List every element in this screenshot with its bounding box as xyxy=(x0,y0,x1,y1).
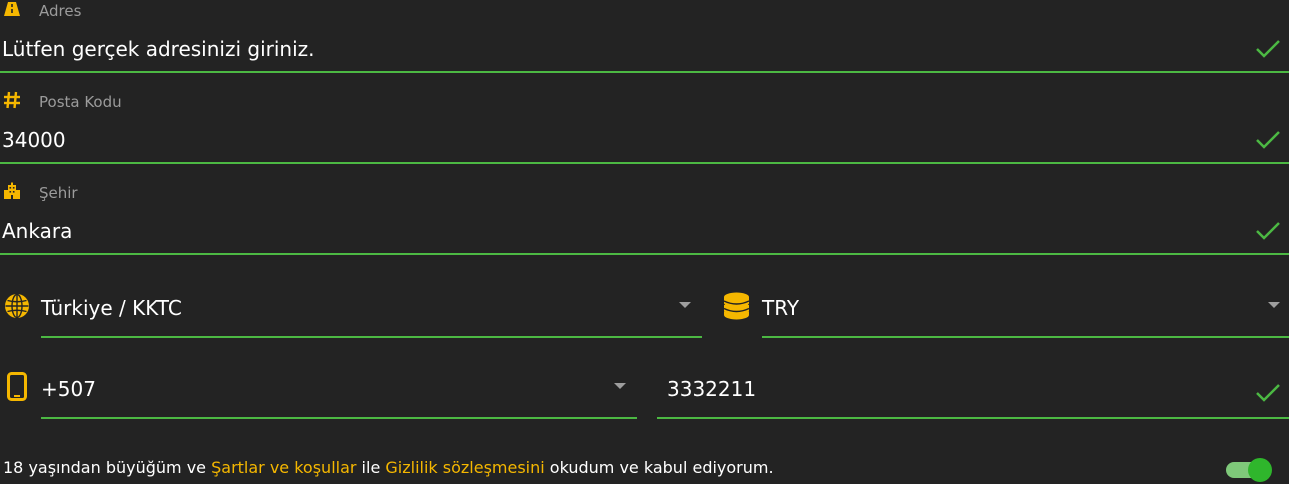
consent-text-end: okudum ve kabul ediyorum. xyxy=(544,458,774,477)
consent-toggle[interactable] xyxy=(1226,458,1272,482)
checkmark-icon xyxy=(1256,222,1280,240)
checkmark-icon xyxy=(1256,131,1280,149)
address-input[interactable]: Lütfen gerçek adresinizi giriniz. xyxy=(2,37,315,61)
country-select-value: Türkiye / KKTC xyxy=(41,296,182,320)
toggle-knob xyxy=(1248,458,1272,482)
city-field[interactable]: Şehir Ankara xyxy=(0,182,1289,256)
checkmark-icon xyxy=(1256,40,1280,58)
registration-address-form: Adres Lütfen gerçek adresinizi giriniz. … xyxy=(0,0,1289,484)
currency-select[interactable]: TRY xyxy=(762,280,1289,340)
phone-prefix-underline xyxy=(41,417,637,419)
currency-underline xyxy=(762,336,1289,338)
phone-prefix-select[interactable]: +507 xyxy=(41,362,637,422)
address-field[interactable]: Adres Lütfen gerçek adresinizi giriniz. xyxy=(0,0,1289,74)
country-select[interactable]: Türkiye / KKTC xyxy=(41,280,702,340)
terms-link[interactable]: Şartlar ve koşullar xyxy=(211,458,356,477)
country-underline xyxy=(41,336,702,338)
city-label: Şehir xyxy=(39,184,78,202)
road-icon xyxy=(4,2,20,16)
city-underline xyxy=(0,253,1289,255)
coins-icon xyxy=(723,292,750,320)
chevron-down-icon xyxy=(1268,302,1280,308)
phone-number-underline xyxy=(657,417,1289,419)
postal-code-field[interactable]: Posta Kodu 34000 xyxy=(0,91,1289,165)
privacy-link[interactable]: Gizlilik sözleşmesini xyxy=(385,458,544,477)
hash-icon xyxy=(4,91,20,109)
consent-text: 18 yaşından büyüğüm ve Şartlar ve koşull… xyxy=(3,458,774,477)
phone-prefix-value: +507 xyxy=(41,377,96,401)
address-label: Adres xyxy=(39,2,82,20)
checkmark-icon xyxy=(1256,384,1280,402)
mobile-phone-icon xyxy=(7,372,27,401)
city-input[interactable]: Ankara xyxy=(2,219,72,243)
consent-text-mid: ile xyxy=(356,458,386,477)
chevron-down-icon xyxy=(614,383,626,389)
postal-code-label: Posta Kodu xyxy=(39,93,122,111)
phone-number-field[interactable]: 3332211 xyxy=(657,362,1289,422)
chevron-down-icon xyxy=(679,302,691,308)
consent-text-start: 18 yaşından büyüğüm ve xyxy=(3,458,212,477)
postal-code-input[interactable]: 34000 xyxy=(2,128,66,152)
address-underline xyxy=(0,71,1289,73)
currency-select-value: TRY xyxy=(762,296,800,320)
postal-code-underline xyxy=(0,162,1289,164)
city-icon xyxy=(4,182,20,199)
globe-icon xyxy=(5,293,29,319)
phone-number-input[interactable]: 3332211 xyxy=(667,377,756,401)
